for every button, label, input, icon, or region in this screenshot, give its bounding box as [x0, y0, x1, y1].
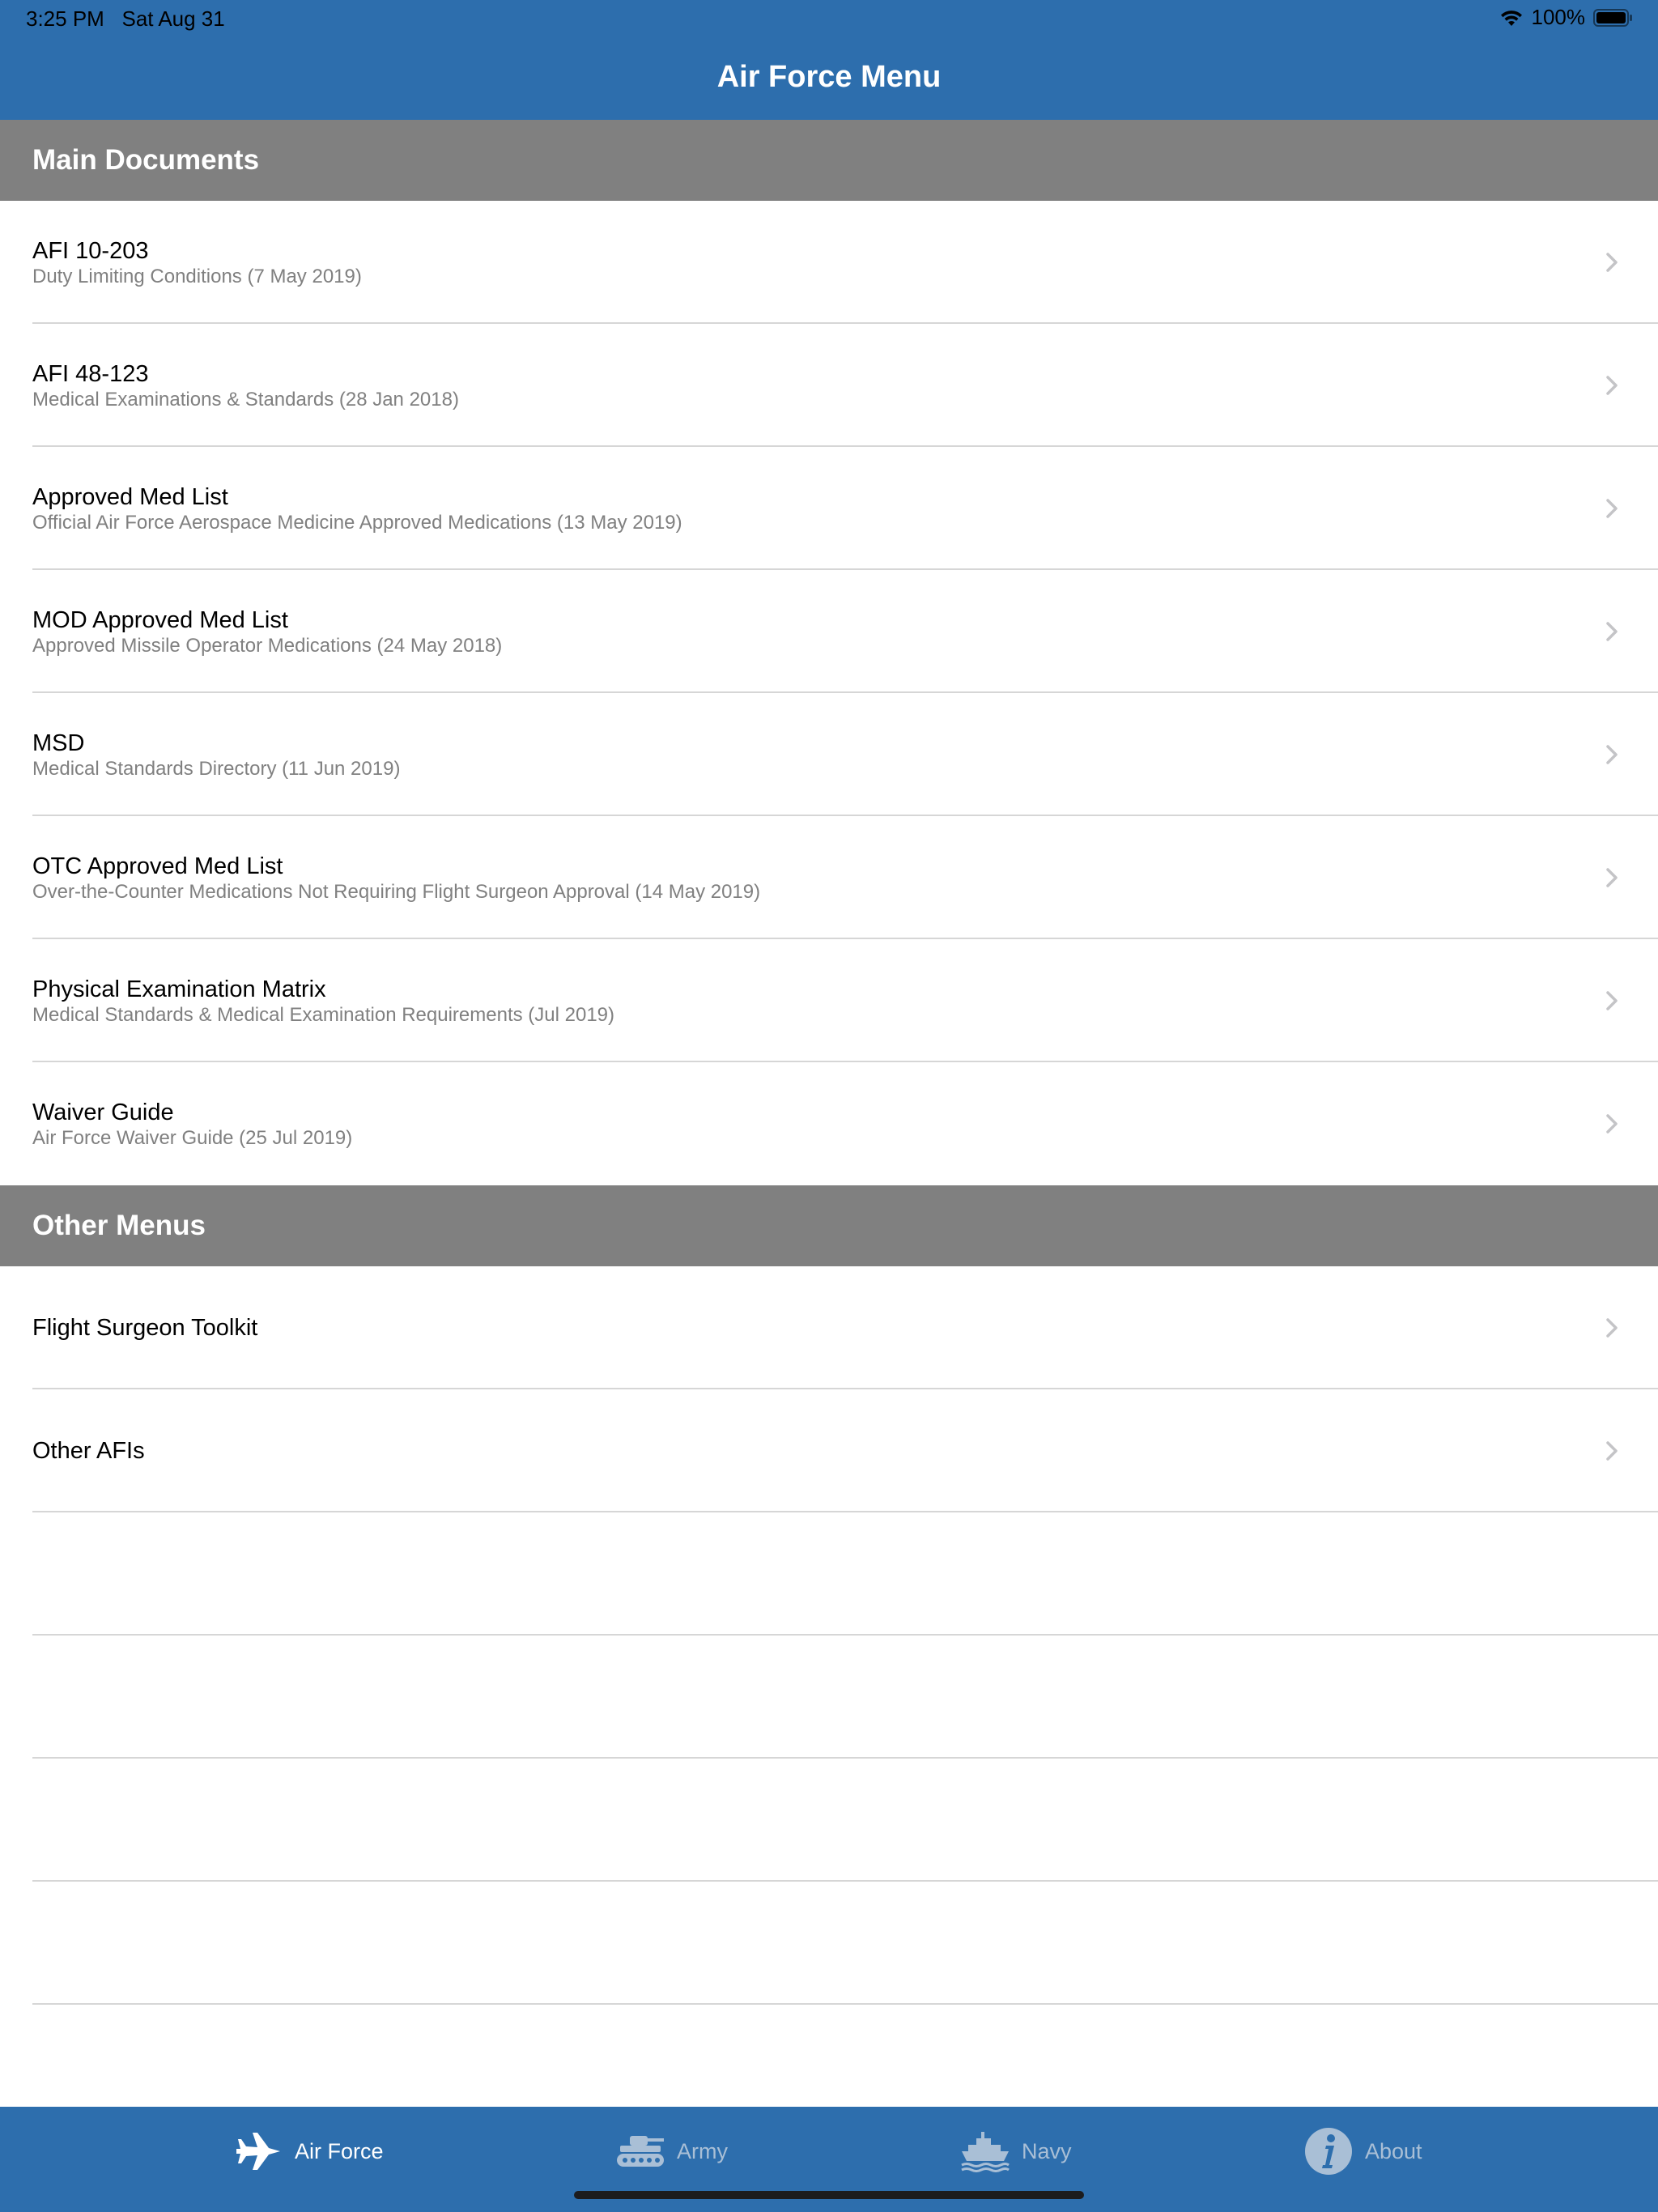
ship-icon: [961, 2132, 1010, 2172]
list-item-subtitle: Over-the-Counter Medications Not Requiri…: [32, 881, 761, 903]
status-bar: 3:25 PM Sat Aug 31 100%: [0, 0, 1658, 39]
other-menus-list: Flight Surgeon Toolkit Other AFIs: [0, 1266, 1658, 2005]
list-item-subtitle: Duty Limiting Conditions (7 May 2019): [32, 266, 362, 287]
battery-percent: 100%: [1531, 5, 1586, 29]
list-item-physical-examination-matrix[interactable]: Physical Examination Matrix Medical Stan…: [0, 939, 1658, 1062]
chevron-right-icon: [1606, 868, 1618, 887]
info-icon: [1305, 2128, 1352, 2175]
list-item-subtitle: Medical Examinations & Standards (28 Jan…: [32, 389, 459, 410]
navigation-bar: Air Force Menu: [0, 39, 1658, 120]
chevron-right-icon: [1606, 1114, 1618, 1134]
chevron-right-icon: [1606, 991, 1618, 1010]
tab-label: Army: [677, 2138, 728, 2163]
chevron-right-icon: [1606, 376, 1618, 395]
list-item-title: Flight Surgeon Toolkit: [32, 1315, 258, 1341]
list-item-afi-10-203[interactable]: AFI 10-203 Duty Limiting Conditions (7 M…: [0, 201, 1658, 324]
tab-army[interactable]: Army: [615, 2123, 728, 2180]
list-item-approved-med-list[interactable]: Approved Med List Official Air Force Aer…: [0, 447, 1658, 570]
chevron-right-icon: [1606, 1318, 1618, 1338]
list-item-title: Approved Med List: [32, 484, 228, 510]
empty-row: [0, 1882, 1658, 2005]
tab-label: About: [1365, 2138, 1422, 2163]
list-item-title: AFI 10-203: [32, 238, 149, 264]
tab-label: Navy: [1022, 2138, 1072, 2163]
list-item-msd[interactable]: MSD Medical Standards Directory (11 Jun …: [0, 693, 1658, 816]
chevron-right-icon: [1606, 253, 1618, 272]
list-item-title: Waiver Guide: [32, 1100, 174, 1125]
tank-icon: [617, 2136, 664, 2167]
list-item-afi-48-123[interactable]: AFI 48-123 Medical Examinations & Standa…: [0, 324, 1658, 447]
status-indicators: 100%: [1499, 5, 1635, 30]
list-item-subtitle: Approved Missile Operator Medications (2…: [32, 635, 503, 657]
main-documents-list: AFI 10-203 Duty Limiting Conditions (7 M…: [0, 201, 1658, 1185]
list-item-title: AFI 48-123: [32, 361, 149, 387]
list-item-title: Physical Examination Matrix: [32, 976, 326, 1002]
jet-icon: [236, 2133, 280, 2170]
tab-navy[interactable]: Navy: [960, 2123, 1072, 2180]
chevron-right-icon: [1606, 622, 1618, 641]
chevron-right-icon: [1606, 499, 1618, 518]
chevron-right-icon: [1606, 1441, 1618, 1461]
list-item-other-afis[interactable]: Other AFIs: [0, 1389, 1658, 1512]
empty-row: [0, 1636, 1658, 1759]
app-screen: 3:25 PM Sat Aug 31 100% Air Force Menu M…: [0, 0, 1658, 2212]
tab-air-force[interactable]: Air Force: [233, 2123, 384, 2180]
page-title: Air Force Menu: [716, 59, 942, 94]
list-item-title: OTC Approved Med List: [32, 853, 283, 879]
section-header-other-menus: Other Menus: [0, 1185, 1658, 1266]
section-header-main-documents: Main Documents: [0, 120, 1658, 201]
status-date-text: Sat Aug 31: [121, 6, 225, 31]
wifi-icon: [1500, 10, 1522, 26]
list-item-flight-surgeon-toolkit[interactable]: Flight Surgeon Toolkit: [0, 1266, 1658, 1389]
list-item-subtitle: Air Force Waiver Guide (25 Jul 2019): [32, 1127, 353, 1149]
list-item-mod-approved-med-list[interactable]: MOD Approved Med List Approved Missile O…: [0, 570, 1658, 693]
list-item-waiver-guide[interactable]: Waiver Guide Air Force Waiver Guide (25 …: [0, 1062, 1658, 1185]
list-item-subtitle: Medical Standards Directory (11 Jun 2019…: [32, 758, 401, 780]
tab-about[interactable]: About: [1303, 2123, 1422, 2180]
tab-label: Air Force: [295, 2138, 384, 2163]
empty-row: [0, 1512, 1658, 1636]
status-time: 3:25 PM Sat Aug 31: [26, 6, 225, 32]
list-item-title: MOD Approved Med List: [32, 607, 288, 633]
list-item-subtitle: Official Air Force Aerospace Medicine Ap…: [32, 512, 682, 534]
list-item-otc-approved-med-list[interactable]: OTC Approved Med List Over-the-Counter M…: [0, 816, 1658, 939]
list-item-title: Other AFIs: [32, 1438, 145, 1464]
home-indicator[interactable]: [574, 2191, 1084, 2199]
battery-icon: [1593, 8, 1632, 27]
chevron-right-icon: [1606, 745, 1618, 764]
list-item-title: MSD: [32, 730, 85, 756]
empty-row: [0, 1759, 1658, 1882]
status-time-text: 3:25 PM: [26, 6, 104, 31]
list-item-subtitle: Medical Standards & Medical Examination …: [32, 1004, 615, 1026]
